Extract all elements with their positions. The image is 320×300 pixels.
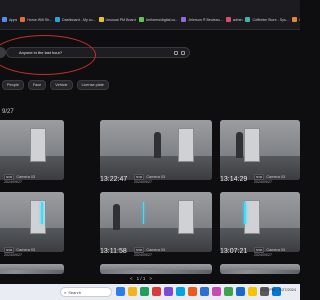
taskbar-app-icon[interactable] [236,287,245,296]
taskbar-app-icons [116,287,281,296]
pagination: < 1 / 1 > [130,276,152,281]
bookmark-favicon-icon [20,17,26,22]
result-thumbnail-7[interactable] [0,264,64,274]
search-input[interactable]: Anyone in the last hour? [6,47,190,58]
card-6-time: 13:07:21 [220,248,248,255]
bookmark-item[interactable]: Coffeebe Store - Sys... [245,15,289,25]
taskbar-app-icon[interactable] [224,287,233,296]
bookmark-favicon-icon [291,17,297,22]
chip-vehicle[interactable]: Vehicle [50,80,73,90]
camera-name: Camera 03 [146,248,166,252]
attachment-icon[interactable] [174,50,178,55]
camera-name: Camera 03 [16,248,36,252]
bookmark-label: Coffeebe Store - Sys... [252,17,289,22]
card-3-time: 13:14:29 [220,176,248,183]
taskbar-search-placeholder: Search [68,289,81,295]
taskbar-app-icon[interactable] [176,287,185,296]
result-thumbnail-1[interactable] [0,120,64,180]
windows-taskbar: ⌕ Search 1:21 PM 9/27/2024 [0,284,300,300]
bookmark-label: Jelerson ® Beuleau... [188,17,223,22]
bookmark-item[interactable]: Dashboard - My co... [55,15,96,25]
page-indicator: 1 / 1 [136,276,146,281]
result-thumbnail-3[interactable] [220,120,300,180]
card-6-date: 2024/09/27 [254,253,272,257]
bookmark-favicon-icon [225,17,231,22]
camera-name: Camera 03 [266,248,286,252]
result-thumbnail-6[interactable] [220,192,300,252]
result-thumbnail-4[interactable] [0,192,64,252]
browser-tab-strip [0,0,300,10]
card-5-date: 2024/09/27 [134,253,152,257]
camera-name: Camera 03 [266,175,286,179]
bookmark-item[interactable]: Home Wifi Sh... [20,15,52,25]
bookmark-label: Unusual PM Board [105,17,136,22]
bookmark-item[interactable]: admin [225,15,243,25]
bookmark-label: admin [232,17,243,22]
chip-people[interactable]: People [2,80,24,90]
bookmark-label: Uniforms/digital.co... [145,17,179,22]
clock-date: 9/27/2024 [279,288,296,292]
result-thumbnail-8[interactable] [100,264,212,274]
system-tray: 1:21 PM 9/27/2024 [261,288,296,292]
taskbar-app-icon[interactable] [248,287,257,296]
card-2-time: 13:22:47 [100,176,128,183]
clock-time: 1:21 PM [260,288,276,292]
bookmark-label: Apps [9,17,18,22]
taskbar-app-icon[interactable] [188,287,197,296]
card-1-date: 2024/09/27 [4,180,22,184]
chip-face[interactable]: Face [27,80,47,90]
card-5-time: 13:11:58 [100,248,127,255]
prev-page-button[interactable]: < [130,276,133,281]
results-date-heading: 9/27 [2,109,14,115]
taskbar-app-icon[interactable] [152,287,161,296]
bookmark-item[interactable]: Apps [2,15,17,25]
filter-chips: People Face Vehicle License plate [2,80,109,90]
bookmark-favicon-icon [2,17,7,22]
taskbar-app-icon[interactable] [116,287,125,296]
taskbar-app-icon[interactable] [212,287,221,296]
next-page-button[interactable]: > [149,276,152,281]
chip-license-plate[interactable]: License plate [76,80,109,90]
taskbar-app-icon[interactable] [140,287,149,296]
microphone-icon[interactable] [181,50,185,55]
camera-name: Camera 03 [16,175,36,179]
card-3-date: 2024/09/27 [254,180,272,184]
bookmark-item[interactable]: ID BBIG Lookup [291,15,300,25]
taskbar-search[interactable]: ⌕ Search [60,287,112,297]
result-thumbnail-2[interactable] [100,120,212,180]
bookmark-item[interactable]: Uniforms/digital.co... [138,15,179,25]
result-thumbnail-9[interactable] [220,264,300,274]
bookmarks-bar: Apps Home Wifi Sh... Dashboard - My co... U… [0,10,300,30]
bookmark-favicon-icon [181,17,187,22]
bookmark-label: Dashboard - My co... [62,17,96,22]
search-icon: ⌕ [64,289,67,295]
bookmark-label: Home Wifi Sh... [27,17,53,22]
camera-name: Camera 03 [146,175,166,179]
bookmark-label: ID BBIG Lookup [299,18,300,22]
bookmark-favicon-icon [245,17,251,22]
bookmark-item[interactable]: Jelerson ® Beuleau... [181,15,223,25]
bookmark-favicon-icon [55,17,61,22]
search-query[interactable]: Anyone in the last hour? [19,50,174,55]
bookmark-favicon-icon [98,17,104,22]
result-thumbnail-5[interactable] [100,192,212,252]
taskbar-app-icon[interactable] [164,287,173,296]
card-2-date: 2024/09/27 [134,180,152,184]
bookmark-favicon-icon [138,17,144,22]
taskbar-app-icon[interactable] [128,287,137,296]
taskbar-app-icon[interactable] [200,287,209,296]
bookmark-item[interactable]: Unusual PM Board [98,15,136,25]
card-4-date: 2024/09/27 [4,253,22,257]
